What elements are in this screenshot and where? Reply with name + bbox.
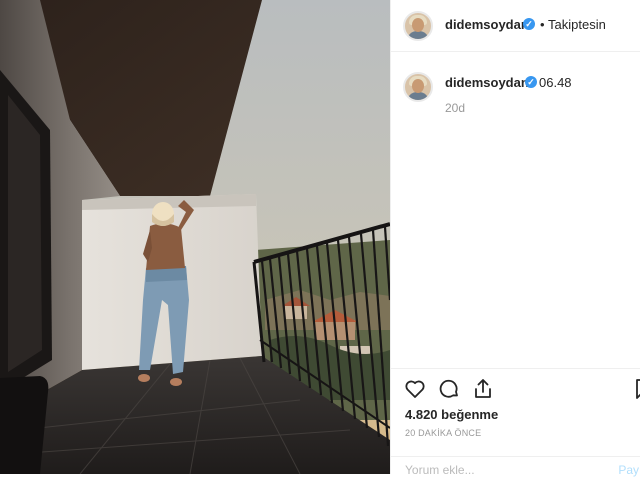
caption-username[interactable]: didemsoydan <box>445 75 529 90</box>
posted-time[interactable]: 20 DAKİKA ÖNCE <box>405 428 481 438</box>
follow-separator: • <box>540 17 545 32</box>
post-header: didemsoydan ✓ • Takiptesin <box>391 0 640 52</box>
avatar[interactable] <box>403 11 433 41</box>
caption-avatar[interactable] <box>403 72 433 102</box>
share-icon[interactable] <box>471 377 495 401</box>
post-photo[interactable] <box>0 0 390 474</box>
comment-input[interactable] <box>405 463 595 477</box>
caption-age[interactable]: 20d <box>445 101 465 115</box>
follow-status-button[interactable]: Takiptesin <box>548 17 606 32</box>
post-side-panel: didemsoydan ✓ • Takiptesin didemsoydan ✓… <box>390 0 640 477</box>
post-comment-button[interactable]: Pay <box>618 463 639 477</box>
post-actions: 4.820 beğenme 20 DAKİKA ÖNCE Pay <box>391 368 640 477</box>
caption-text: 06.48 <box>539 75 572 90</box>
bookmark-icon[interactable] <box>631 377 640 401</box>
likes-count[interactable]: 4.820 beğenme <box>405 407 498 422</box>
comment-icon[interactable] <box>437 377 461 401</box>
heart-icon[interactable] <box>403 377 427 401</box>
header-username[interactable]: didemsoydan <box>445 17 529 32</box>
verified-badge-icon: ✓ <box>523 18 535 30</box>
caption-verified-badge-icon: ✓ <box>525 76 537 88</box>
